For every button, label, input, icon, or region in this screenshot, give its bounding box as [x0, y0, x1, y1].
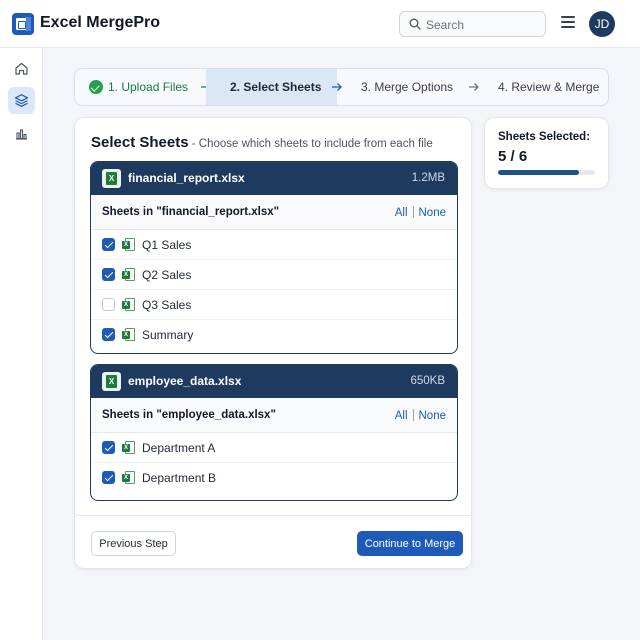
search-placeholder: Search — [426, 18, 465, 32]
sheet-name: Department A — [142, 441, 216, 455]
divider — [412, 206, 414, 218]
spreadsheet-icon: X — [122, 471, 135, 485]
step-upload-files[interactable]: 1. Upload Files — [75, 69, 206, 105]
file-size: 650KB — [410, 375, 445, 387]
file-name: employee_data.xlsx — [128, 374, 242, 388]
file-header: employee_data.xlsx 650KB — [91, 365, 457, 398]
previous-step-button[interactable]: Previous Step — [91, 531, 176, 556]
file-size: 1.2MB — [411, 172, 445, 184]
home-icon — [15, 62, 28, 75]
arrow-right-icon — [332, 83, 342, 91]
sheets-label: Sheets in "financial_report.xlsx" — [102, 206, 280, 218]
sheet-checkbox[interactable] — [102, 268, 115, 281]
file-panel-employee-data: employee_data.xlsx 650KB Sheets in "empl… — [90, 364, 458, 501]
layers-icon — [14, 94, 29, 107]
check-circle-icon — [89, 80, 103, 94]
file-header: financial_report.xlsx 1.2MB — [91, 162, 457, 195]
sheet-row[interactable]: X Department A — [91, 433, 457, 463]
file-name: financial_report.xlsx — [128, 171, 245, 185]
sidebar-item-reports[interactable] — [8, 120, 35, 147]
sheet-name: Summary — [142, 328, 194, 342]
card-heading: Select Sheets - Choose which sheets to i… — [91, 134, 433, 152]
select-all-link[interactable]: All — [395, 410, 408, 422]
progress-stepper: 1. Upload Files 2. Select Sheets 3. Merg… — [74, 68, 609, 106]
sheet-name: Department B — [142, 471, 217, 485]
progress-fill — [498, 170, 579, 175]
sheet-name: Q2 Sales — [142, 268, 192, 282]
spreadsheet-icon: X — [122, 268, 135, 282]
page-title: Select Sheets — [91, 134, 189, 151]
select-all-link[interactable]: All — [395, 207, 408, 219]
file-panel-financial-report: financial_report.xlsx 1.2MB Sheets in "f… — [90, 161, 458, 354]
spreadsheet-icon: X — [122, 298, 135, 312]
step-select-sheets[interactable]: 2. Select Sheets — [206, 69, 337, 105]
sheet-row[interactable]: X Q1 Sales — [91, 230, 457, 260]
card-footer-divider — [75, 515, 471, 516]
sheets-header: Sheets in "financial_report.xlsx" All Non… — [91, 195, 457, 230]
app-logo-icon — [12, 13, 34, 35]
arrow-right-icon — [469, 83, 479, 91]
step-label: 4. Review & Merge — [498, 80, 600, 94]
sheet-checkbox[interactable] — [102, 298, 115, 311]
top-bar: Excel MergePro Search JD — [0, 0, 640, 48]
sidebar-item-layers[interactable] — [8, 87, 35, 114]
sheet-row[interactable]: X Q3 Sales — [91, 290, 457, 320]
sidebar-item-home[interactable] — [8, 55, 35, 82]
summary-count: 5 / 6 — [498, 148, 528, 165]
summary-label: Sheets Selected: — [498, 131, 591, 143]
page-subtitle: - Choose which sheets to include from ea… — [188, 138, 433, 150]
search-input[interactable]: Search — [399, 11, 546, 37]
sheet-name: Q3 Sales — [142, 298, 192, 312]
spreadsheet-icon: X — [122, 238, 135, 252]
spreadsheet-icon: X — [122, 328, 135, 342]
sheet-name: Q1 Sales — [142, 238, 192, 252]
step-label: 1. Upload Files — [108, 80, 189, 94]
step-review-merge[interactable]: 4. Review & Merge — [498, 69, 608, 105]
avatar[interactable]: JD — [589, 11, 615, 37]
app-title: Excel MergePro — [40, 14, 161, 31]
continue-to-merge-button[interactable]: Continue to Merge — [357, 531, 463, 556]
selection-progress-bar — [498, 170, 595, 175]
select-none-link[interactable]: None — [419, 207, 447, 219]
select-none-link[interactable]: None — [419, 410, 447, 422]
menu-icon[interactable] — [561, 16, 575, 28]
selection-summary-card: Sheets Selected: 5 / 6 — [484, 117, 609, 189]
select-links: All None — [395, 206, 446, 219]
sheet-checkbox[interactable] — [102, 441, 115, 454]
step-merge-options[interactable]: 3. Merge Options — [361, 69, 468, 105]
step-label: 2. Select Sheets — [230, 80, 322, 94]
search-icon — [409, 18, 421, 30]
divider — [412, 409, 414, 421]
excel-file-icon — [102, 169, 121, 188]
chart-icon — [16, 129, 27, 140]
select-links: All None — [395, 409, 446, 422]
sheet-checkbox[interactable] — [102, 471, 115, 484]
sheet-checkbox[interactable] — [102, 328, 115, 341]
sheets-header: Sheets in "employee_data.xlsx" All None — [91, 398, 457, 433]
step-label: 3. Merge Options — [361, 80, 454, 94]
sheet-row[interactable]: X Summary — [91, 320, 457, 350]
excel-file-icon — [102, 372, 121, 391]
sidebar — [0, 48, 43, 640]
sheet-row[interactable]: X Q2 Sales — [91, 260, 457, 290]
sheet-row[interactable]: X Department B — [91, 463, 457, 493]
sheet-checkbox[interactable] — [102, 238, 115, 251]
select-sheets-card: Select Sheets - Choose which sheets to i… — [74, 117, 472, 569]
spreadsheet-icon: X — [122, 441, 135, 455]
sheets-label: Sheets in "employee_data.xlsx" — [102, 409, 276, 421]
